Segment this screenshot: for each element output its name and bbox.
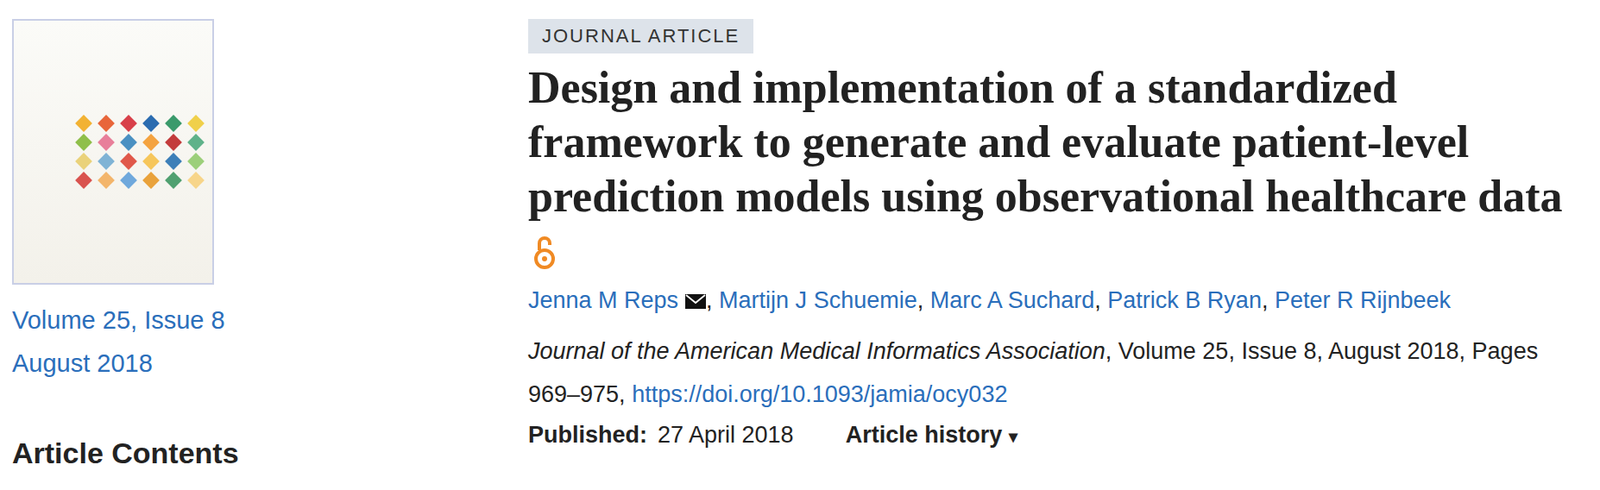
cover-diamond (187, 171, 205, 189)
cover-diamond (97, 114, 115, 133)
envelope-icon[interactable] (685, 294, 706, 309)
cover-diamond (187, 114, 205, 133)
cover-diamond (164, 114, 183, 133)
cover-diamond (119, 152, 138, 171)
article-type-badge: JOURNAL ARTICLE (528, 18, 754, 54)
article-page: Volume 25, Issue 8August 2018 Article Con… (0, 0, 1600, 490)
cover-diamond (75, 133, 93, 152)
citation: Journal of the American Medical Informat… (528, 329, 1564, 416)
doi-link[interactable]: https://doi.org/10.1093/jamia/ocy032 (631, 381, 1008, 408)
article-history-toggle[interactable]: Article history ▾ (845, 415, 1018, 456)
cover-diamond (97, 171, 115, 189)
cover-diamond (97, 133, 115, 152)
issue-date-link[interactable]: August 2018 (12, 341, 517, 385)
author-link[interactable]: Marc A Suchard (930, 287, 1096, 314)
author-link[interactable]: Martijn J Schuemie (718, 287, 918, 314)
cover-diamond (142, 152, 160, 171)
cover-diamond (187, 133, 205, 152)
author-item: Patrick B Ryan, (1107, 287, 1275, 314)
cover-diamond (187, 152, 205, 171)
cover-diamond (75, 152, 93, 171)
article-contents-heading: Article Contents (12, 434, 517, 472)
cover-diamond (164, 171, 183, 189)
author-separator: , (917, 287, 931, 314)
author-link[interactable]: Jenna M Reps (528, 287, 679, 314)
author-link[interactable]: Peter R Rijnbeek (1274, 287, 1451, 314)
author-item: Martijn J Schuemie, (718, 287, 931, 314)
article-title: Design and implementation of a standardi… (528, 60, 1590, 278)
article-header: JOURNAL ARTICLE Design and implementation… (516, 0, 1600, 490)
author-item: Jenna M Reps, (528, 287, 719, 314)
cover-diamond (142, 171, 160, 189)
dropdown-caret-icon: ▾ (1008, 427, 1018, 447)
sidebar: Volume 25, Issue 8August 2018 Article Con… (0, 0, 517, 490)
published-date: 27 April 2018 (657, 415, 794, 454)
cover-pattern (77, 117, 206, 187)
cover-diamond (119, 171, 138, 189)
journal-cover[interactable] (12, 18, 215, 285)
cover-diamond (97, 152, 115, 171)
author-link[interactable]: Patrick B Ryan (1107, 287, 1262, 314)
journal-name: Journal of the American Medical Informat… (528, 338, 1106, 365)
open-access-lock-icon (533, 234, 556, 270)
cover-diamond (119, 114, 138, 133)
cover-diamond (142, 133, 160, 152)
published-row: Published:27 April 2018 Article history ▾ (528, 415, 1594, 456)
author-list: Jenna M Reps, Martijn J Schuemie, Marc A… (528, 283, 1594, 318)
cover-diamond (75, 171, 93, 189)
cover-diamond (164, 152, 183, 171)
published-label: Published: (528, 415, 648, 454)
cover-diamond (119, 133, 138, 152)
author-separator: , (1261, 287, 1275, 314)
author-item: Peter R Rijnbeek (1274, 287, 1451, 314)
cover-diamond (164, 133, 183, 152)
cover-diamond (142, 114, 160, 133)
cover-diamond (75, 114, 93, 133)
issue-link[interactable]: Volume 25, Issue 8 (12, 298, 517, 342)
author-separator: , (1094, 287, 1108, 314)
author-separator: , (705, 287, 719, 314)
author-item: Marc A Suchard, (930, 287, 1109, 314)
